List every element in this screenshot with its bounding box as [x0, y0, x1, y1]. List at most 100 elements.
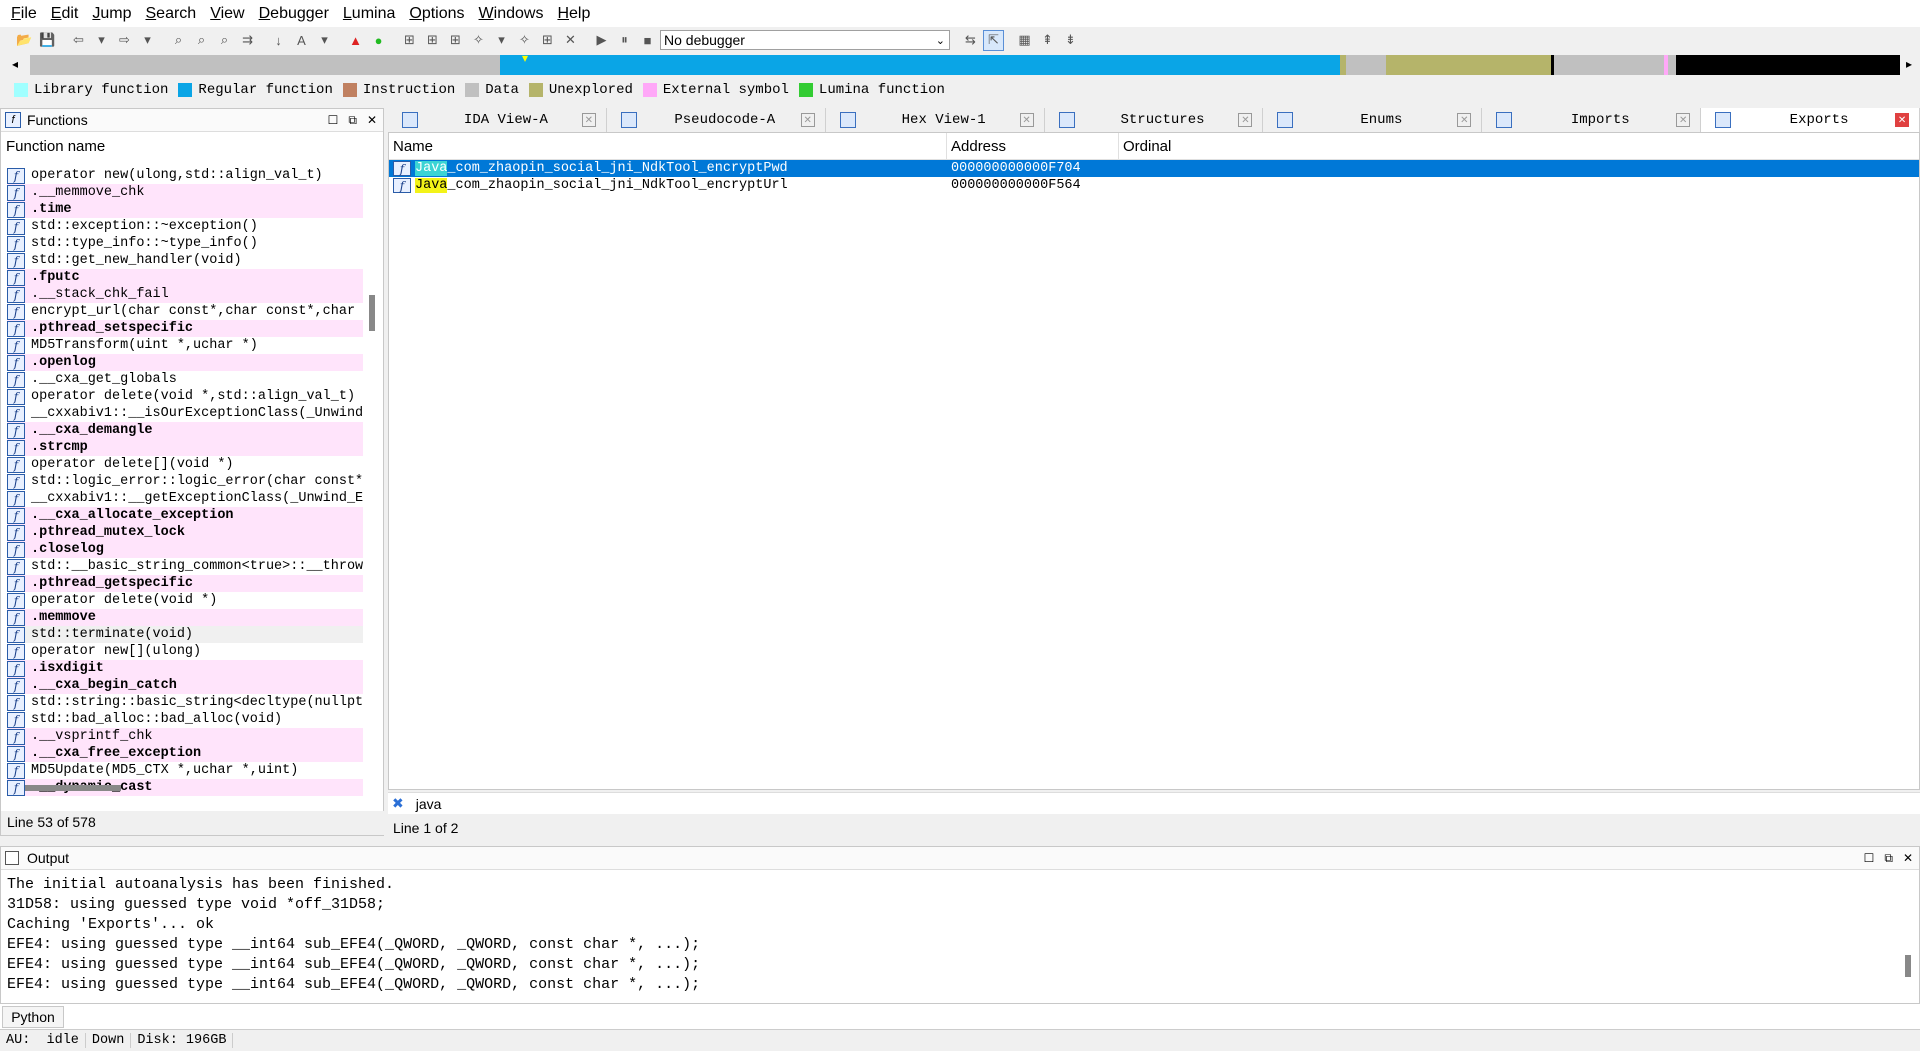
function-row[interactable]: f .__memmove_chk: [7, 184, 363, 201]
scrollbar-thumb[interactable]: [369, 295, 375, 331]
tab-close-icon[interactable]: ✕: [1019, 113, 1034, 127]
function-row[interactable]: f encrypt_url(char const*,char const*,cha…: [7, 303, 363, 320]
debugger-attach-icon[interactable]: ⇱: [983, 29, 1004, 51]
function-row[interactable]: f .__cxa_allocate_exception: [7, 507, 363, 524]
functions-list[interactable]: f operator new(ulong,std::align_val_t) f ._…: [7, 167, 363, 799]
jump-icon[interactable]: ⇉: [237, 30, 258, 51]
function-row[interactable]: f operator delete(void *,std::align_val_t…: [7, 388, 363, 405]
column-header-name[interactable]: Name: [389, 133, 947, 159]
function-row[interactable]: f .__cxa_demangle: [7, 422, 363, 439]
menu-jump[interactable]: Jump: [85, 5, 138, 23]
search-text[interactable]: java: [416, 796, 442, 812]
back-dropdown-icon[interactable]: ▾: [91, 30, 112, 51]
function-row[interactable]: f __cxxabiv1::__isOurExceptionClass(_Unwi…: [7, 405, 363, 422]
graph-icon-2[interactable]: ⊞: [422, 30, 443, 51]
function-row[interactable]: f .pthread_getspecific: [7, 575, 363, 592]
forward-dropdown-icon[interactable]: ▾: [137, 30, 158, 51]
stop-icon[interactable]: ■: [637, 30, 658, 51]
down-arrow-icon[interactable]: ↓: [268, 30, 289, 51]
function-row[interactable]: f operator new[](ulong): [7, 643, 363, 660]
run-icon[interactable]: ▶: [591, 30, 612, 51]
function-row[interactable]: f .openlog: [7, 354, 363, 371]
graph-icon-3[interactable]: ⊞: [445, 30, 466, 51]
function-row[interactable]: f .time: [7, 201, 363, 218]
output-scrollbar[interactable]: [1905, 955, 1911, 977]
tab-structures[interactable]: Structures ✕: [1045, 108, 1264, 132]
tab-pseudocode-a[interactable]: Pseudocode-A ✕: [607, 108, 826, 132]
function-row[interactable]: f .closelog: [7, 541, 363, 558]
functions-horizontal-scrollbar[interactable]: [25, 785, 121, 791]
function-row[interactable]: f operator delete[](void *): [7, 456, 363, 473]
close-icon[interactable]: ✕: [367, 113, 377, 128]
save-icon[interactable]: 💾: [37, 30, 58, 51]
tab-close-icon[interactable]: ✕: [1238, 113, 1253, 127]
menu-lumina[interactable]: Lumina: [336, 5, 402, 23]
function-row[interactable]: f __cxxabiv1::__getExceptionClass(_Unwind…: [7, 490, 363, 507]
function-row[interactable]: f std::string::basic_string<decltype(null…: [7, 694, 363, 711]
nav-left-arrow-icon[interactable]: ◂: [12, 57, 18, 71]
graph-icon-1[interactable]: ⊞: [399, 30, 420, 51]
float-icon[interactable]: ⧉: [1884, 851, 1893, 866]
function-row[interactable]: f .__vsprintf_chk: [7, 728, 363, 745]
back-icon[interactable]: ⇦: [68, 30, 89, 51]
tab-close-icon[interactable]: ✕: [800, 113, 815, 127]
menu-search[interactable]: Search: [139, 5, 204, 23]
menu-edit[interactable]: Edit: [44, 5, 86, 23]
forward-icon[interactable]: ⇨: [114, 30, 135, 51]
open-icon[interactable]: 📂: [14, 30, 35, 51]
function-row[interactable]: f std::logic_error::logic_error(char cons…: [7, 473, 363, 490]
tab-close-icon[interactable]: ✕: [581, 113, 596, 127]
function-row[interactable]: f .strcmp: [7, 439, 363, 456]
graph-icon-5[interactable]: ✧: [514, 30, 535, 51]
export-row[interactable]: f Java _com_zhaopin_social_jni_NdkTool_enc…: [389, 177, 1919, 194]
tab-ida-view-a[interactable]: IDA View-A ✕: [388, 108, 607, 132]
function-row[interactable]: f MD5Transform(uint *,uchar *): [7, 337, 363, 354]
python-language-button[interactable]: Python: [2, 1005, 64, 1028]
menu-options[interactable]: Options: [402, 5, 471, 23]
function-row[interactable]: f std::__basic_string_common<true>::__thr…: [7, 558, 363, 575]
cancel-icon[interactable]: ✕: [560, 30, 581, 51]
function-row[interactable]: f MD5Update(MD5_CTX *,uchar *,uint): [7, 762, 363, 779]
function-row[interactable]: f operator new(ulong,std::align_val_t): [7, 167, 363, 184]
function-name-header[interactable]: Function name: [1, 132, 383, 159]
function-row[interactable]: f .isxdigit: [7, 660, 363, 677]
menu-file[interactable]: File: [4, 5, 44, 23]
menu-debugger[interactable]: Debugger: [252, 5, 336, 23]
function-row[interactable]: f .pthread_setspecific: [7, 320, 363, 337]
maximize-icon[interactable]: ☐: [328, 113, 339, 128]
function-row[interactable]: f std::terminate(void): [7, 626, 363, 643]
function-row[interactable]: f .__cxa_free_exception: [7, 745, 363, 762]
analysis-indicator-icon[interactable]: ●: [368, 30, 389, 51]
immediate-search-icon[interactable]: ⌕: [214, 30, 235, 51]
function-row[interactable]: f std::exception::~exception(): [7, 218, 363, 235]
function-row[interactable]: f .fputc: [7, 269, 363, 286]
add-breakpoint-icon[interactable]: ⇞: [1037, 30, 1058, 51]
function-row[interactable]: f .__cxa_get_globals: [7, 371, 363, 388]
tab-hex-view-1[interactable]: Hex View-1 ✕: [826, 108, 1045, 132]
tab-exports[interactable]: Exports ✕: [1701, 108, 1920, 132]
stop-analysis-icon[interactable]: ▲: [345, 30, 366, 51]
function-row[interactable]: f std::type_info::~type_info(): [7, 235, 363, 252]
pause-icon[interactable]: ⏸: [614, 30, 635, 51]
output-lines[interactable]: The initial autoanalysis has been finish…: [1, 870, 1919, 1000]
tab-imports[interactable]: Imports ✕: [1482, 108, 1702, 132]
function-row[interactable]: f .__stack_chk_fail: [7, 286, 363, 303]
functions-scrollbar[interactable]: [363, 167, 381, 799]
maximize-icon[interactable]: ☐: [1864, 851, 1875, 866]
nav-right-arrow-icon[interactable]: ▸: [1906, 57, 1912, 71]
export-row[interactable]: f Java _com_zhaopin_social_jni_NdkTool_enc…: [389, 160, 1919, 177]
function-row[interactable]: f std::get_new_handler(void): [7, 252, 363, 269]
menu-windows[interactable]: Windows: [472, 5, 551, 23]
string-type-icon[interactable]: A: [291, 30, 312, 51]
tab-close-icon[interactable]: ✕: [1676, 113, 1691, 127]
graph-dropdown-icon[interactable]: ▾: [491, 30, 512, 51]
tab-close-icon[interactable]: ✕: [1895, 113, 1910, 127]
breakpoint-list-icon[interactable]: ▦: [1014, 30, 1035, 51]
function-row[interactable]: f std::bad_alloc::bad_alloc(void): [7, 711, 363, 728]
binary-search-icon[interactable]: ⌕: [168, 30, 189, 51]
graph-icon-6[interactable]: ⊞: [537, 30, 558, 51]
graph-icon-4[interactable]: ✧: [468, 30, 489, 51]
delete-breakpoint-icon[interactable]: ⇟: [1060, 30, 1081, 51]
string-type-dropdown-icon[interactable]: ▾: [314, 30, 335, 51]
debugger-select[interactable]: No debugger ⌄: [660, 30, 950, 50]
